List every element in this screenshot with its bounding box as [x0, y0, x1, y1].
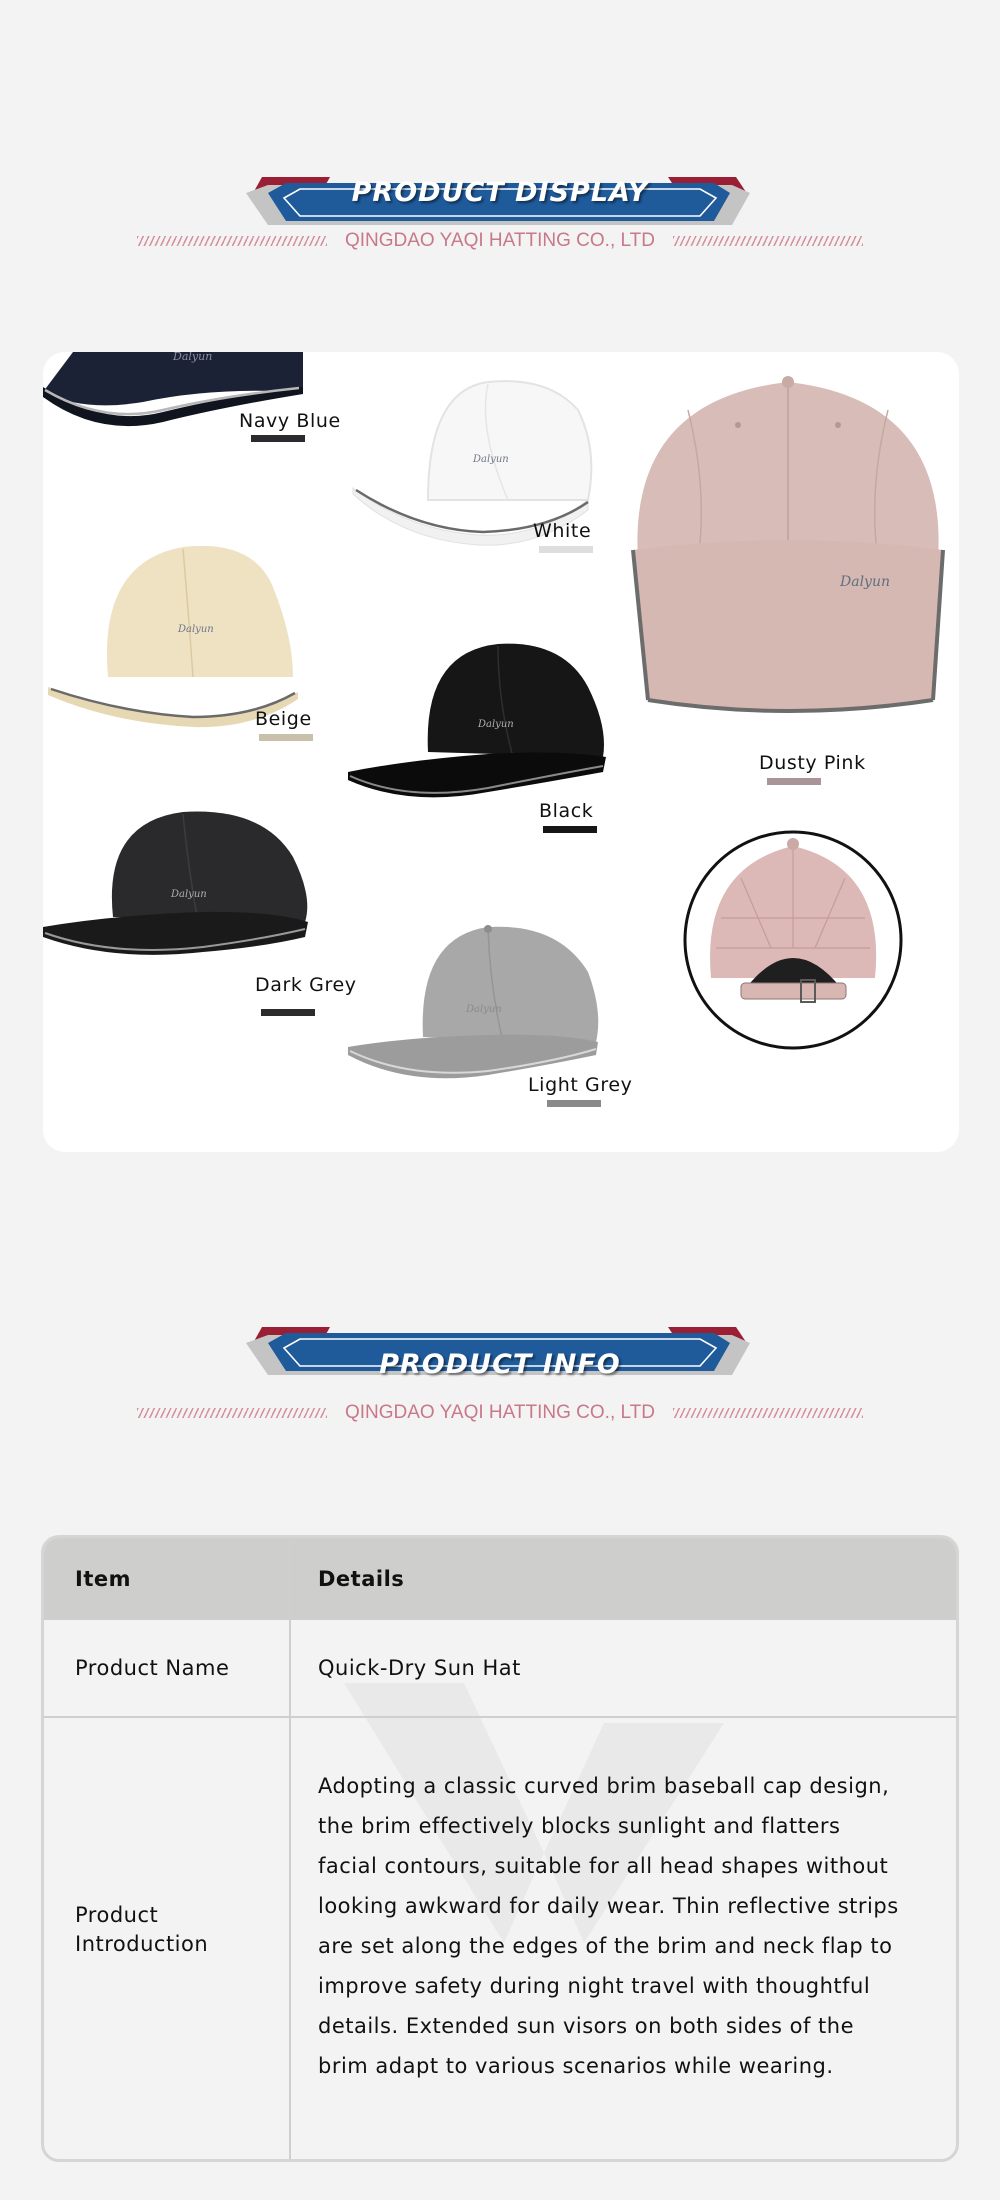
intro-line: facial contours, suitable for all head s… — [318, 1854, 889, 1878]
hatch-decoration-right — [673, 236, 864, 246]
color-swatch — [261, 1009, 315, 1016]
row-divider — [44, 1618, 956, 1620]
hatch-decoration-right — [673, 1408, 864, 1418]
svg-text:Dalyun: Dalyun — [177, 624, 214, 635]
hatch-decoration-left — [136, 236, 327, 246]
intro-line: improve safety during night travel with … — [318, 1974, 871, 1998]
intro-line: details. Extended sun visors on both sid… — [318, 2014, 855, 2038]
color-label: Navy Blue — [239, 410, 341, 432]
table-header — [44, 1538, 956, 1618]
hatch-decoration-left — [136, 1408, 327, 1418]
company-row: QINGDAO YAQI HATTING CO., LTD — [0, 230, 1000, 252]
product-display-header: PRODUCT DISPLAY QINGDAO YAQI HATTING CO.… — [0, 150, 1000, 270]
svg-text:Dalyun: Dalyun — [472, 454, 509, 465]
dark-grey-cap-image: Dalyun — [43, 811, 308, 955]
color-swatch — [547, 1100, 601, 1107]
beige-cap-image: Dalyun — [48, 545, 298, 728]
section-title: PRODUCT DISPLAY — [351, 177, 649, 208]
color-swatch — [539, 546, 593, 553]
color-label: White — [533, 520, 592, 542]
dusty-pink-cap-image: Dalyun — [631, 376, 945, 713]
color-swatch — [543, 826, 597, 833]
product-info-table: Item Details Product Name Quick-Dry Sun … — [41, 1535, 959, 2162]
row-item-product-introduction: Product Introduction — [75, 1901, 208, 1959]
row-divider — [44, 1716, 956, 1718]
intro-line: brim adapt to various scenarios while we… — [318, 2054, 834, 2078]
row-item-line: Introduction — [75, 1932, 209, 1956]
company-row: QINGDAO YAQI HATTING CO., LTD — [0, 1402, 1000, 1424]
color-label: Dusty Pink — [759, 752, 866, 774]
row-value-product-introduction: Adopting a classic curved brim baseball … — [318, 1766, 956, 2086]
banner-shape — [246, 1327, 750, 1375]
header-item: Item — [75, 1567, 131, 1591]
color-label: Beige — [255, 708, 312, 730]
row-item-product-name: Product Name — [75, 1656, 230, 1680]
row-value-product-name: Quick-Dry Sun Hat — [318, 1656, 521, 1680]
company-name: QINGDAO YAQI HATTING CO., LTD — [344, 230, 655, 251]
svg-text:Dalyun: Dalyun — [172, 352, 212, 363]
svg-text:Dalyun: Dalyun — [170, 889, 207, 900]
banner-shape — [246, 177, 750, 225]
intro-line: are set along the edges of the brim and … — [318, 1934, 893, 1958]
intro-line: Adopting a classic curved brim baseball … — [318, 1774, 890, 1798]
intro-line: looking awkward for daily wear. Thin ref… — [318, 1894, 899, 1918]
color-label: Light Grey — [528, 1074, 633, 1096]
color-swatch — [259, 734, 313, 741]
svg-text:Dalyun: Dalyun — [477, 719, 514, 730]
header-details: Details — [318, 1567, 405, 1591]
color-swatch — [251, 435, 305, 442]
cap-interior-view-image — [683, 830, 903, 1050]
intro-line: the brim effectively blocks sunlight and… — [318, 1814, 841, 1838]
color-swatch — [767, 778, 821, 785]
color-label: Dark Grey — [255, 974, 357, 996]
row-item-line: Product — [75, 1903, 159, 1927]
color-label: Black — [539, 800, 594, 822]
svg-text:Dalyun: Dalyun — [839, 574, 890, 590]
company-name: QINGDAO YAQI HATTING CO., LTD — [344, 1402, 655, 1423]
column-divider — [289, 1538, 291, 2159]
svg-text:Dalyun: Dalyun — [465, 1004, 502, 1015]
product-info-header: PRODUCT INFO QINGDAO YAQI HATTING CO., L… — [0, 1322, 1000, 1442]
section-title: PRODUCT INFO — [379, 1349, 621, 1380]
product-display-card: Dalyun Navy Blue Dalyun White Dalyun Dus… — [43, 352, 959, 1152]
